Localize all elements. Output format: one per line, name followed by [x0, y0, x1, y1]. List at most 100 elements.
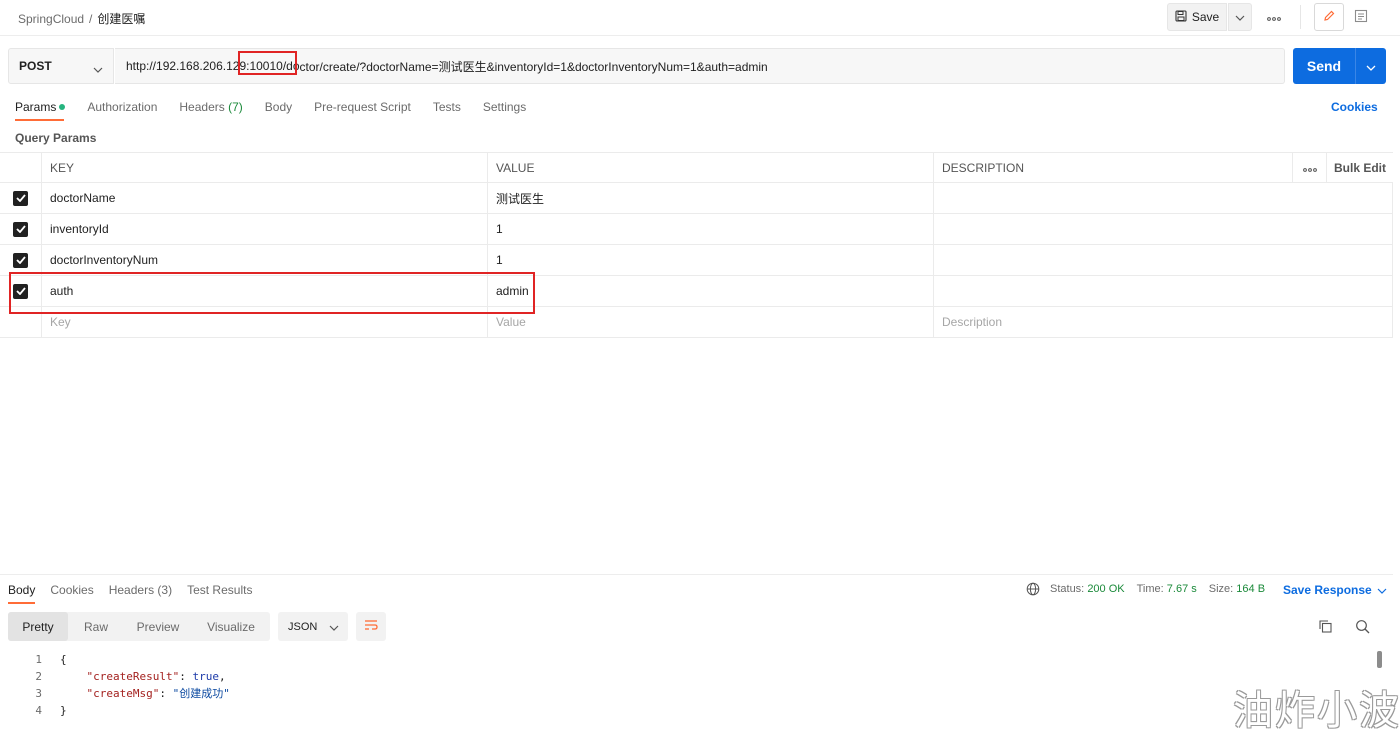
bulk-edit-button[interactable]: Bulk Edit	[1327, 153, 1393, 183]
language-select[interactable]: JSON	[278, 612, 348, 641]
status-value[interactable]: 200 OK	[1087, 583, 1124, 595]
json-comma: ,	[218, 670, 226, 683]
size-label: Size:	[1208, 583, 1234, 595]
format-preview[interactable]: Preview	[124, 612, 192, 641]
language-label: JSON	[288, 620, 318, 633]
format-visualize[interactable]: Visualize	[192, 612, 270, 641]
table-row: inventoryId 1	[0, 214, 1393, 245]
send-label: Send	[1306, 58, 1342, 74]
chevron-down-icon	[1377, 583, 1387, 597]
column-header-description: DESCRIPTION	[934, 153, 1293, 183]
query-params-heading: Query Params	[15, 131, 97, 145]
param-key[interactable]: doctorName	[42, 183, 488, 213]
tab-tests[interactable]: Tests	[433, 100, 461, 114]
edit-button[interactable]	[1314, 3, 1344, 31]
param-description[interactable]	[934, 245, 1393, 275]
json-value: true	[192, 670, 219, 683]
editor-scrollbar[interactable]	[1377, 651, 1382, 668]
pencil-icon	[1322, 9, 1336, 26]
send-button[interactable]: Send	[1293, 48, 1386, 84]
tab-body[interactable]: Body	[265, 100, 292, 114]
url-suffix: ctor/create/?doctorName=测试医生&inventoryId…	[299, 59, 768, 74]
row-checkbox-cell	[0, 214, 42, 244]
line-number: 3	[35, 687, 42, 700]
copy-icon[interactable]	[1318, 619, 1333, 637]
tab-headers-count: (7)	[228, 100, 243, 114]
breadcrumb-request[interactable]: 创建医嘱	[97, 12, 145, 26]
param-value[interactable]: 测试医生	[488, 183, 934, 213]
param-key[interactable]: doctorInventoryNum	[42, 245, 488, 275]
table-header-row: KEY VALUE DESCRIPTION Bulk Edit	[0, 152, 1393, 183]
row-checkbox[interactable]	[13, 252, 28, 268]
response-tab-headers[interactable]: Headers (3)	[109, 583, 172, 597]
watermark: 油炸小波	[1233, 688, 1400, 729]
response-format-tabs: Pretty Raw Preview Visualize	[8, 612, 270, 641]
save-dropdown-button[interactable]	[1228, 3, 1252, 31]
param-key[interactable]: inventoryId	[42, 214, 488, 244]
cookies-link[interactable]: Cookies	[1331, 100, 1378, 114]
line-number: 2	[35, 670, 42, 683]
tab-headers-label: Headers	[179, 100, 225, 114]
more-icon	[1267, 10, 1281, 24]
breadcrumb: SpringCloud / 创建医嘱	[18, 10, 145, 27]
chevron-down-icon	[93, 62, 103, 76]
search-icon[interactable]	[1355, 619, 1370, 637]
active-tab-indicator	[15, 119, 64, 121]
tab-params-label: Params	[15, 100, 57, 114]
tab-settings[interactable]: Settings	[483, 100, 526, 114]
response-tab-test-results[interactable]: Test Results	[187, 583, 252, 597]
more-actions-button[interactable]	[1262, 8, 1286, 26]
column-header-key: KEY	[42, 153, 488, 183]
response-tabs: Body Cookies Headers (3) Test Results	[8, 583, 267, 597]
save-button[interactable]: Save	[1167, 3, 1227, 31]
new-value-input[interactable]: Value	[488, 307, 934, 337]
param-value[interactable]: admin	[488, 276, 934, 306]
response-tab-body[interactable]: Body	[8, 583, 35, 597]
column-options-button[interactable]	[1293, 153, 1327, 183]
breadcrumb-collection[interactable]: SpringCloud	[18, 12, 84, 26]
chevron-down-icon	[329, 622, 339, 634]
response-body-editor[interactable]: 1 { 2 "createResult": true, 3 "createMsg…	[0, 651, 1380, 719]
json-key: "createResult"	[86, 670, 180, 683]
code-text: {	[60, 653, 67, 666]
time-value[interactable]: 7.67 s	[1167, 583, 1197, 595]
tab-params[interactable]: Params	[15, 100, 66, 114]
send-dropdown[interactable]	[1356, 58, 1386, 74]
time-label: Time:	[1136, 583, 1164, 595]
documentation-button[interactable]	[1346, 3, 1376, 31]
auth-row-highlight-box	[9, 272, 535, 314]
breadcrumb-separator: /	[89, 12, 93, 26]
globe-icon[interactable]	[1026, 582, 1040, 596]
method-select[interactable]: POST	[8, 48, 114, 84]
param-description[interactable]	[934, 214, 1393, 244]
chevron-down-icon	[1366, 58, 1376, 74]
row-checkbox[interactable]	[13, 221, 28, 237]
status-label: Status:	[1050, 583, 1085, 595]
size-value[interactable]: 164 B	[1236, 583, 1265, 595]
tab-prerequest-script[interactable]: Pre-request Script	[314, 100, 411, 114]
top-bar: SpringCloud / 创建医嘱 Save	[0, 0, 1400, 36]
line-number: 1	[35, 653, 42, 666]
code-line: 3 "createMsg": "创建成功"	[0, 685, 1380, 702]
param-value[interactable]: 1	[488, 214, 934, 244]
param-description[interactable]	[934, 183, 1393, 213]
code-text: "createResult": true,	[60, 668, 226, 685]
format-raw[interactable]: Raw	[68, 612, 124, 641]
param-value[interactable]: 1	[488, 245, 934, 275]
line-number: 4	[35, 704, 42, 717]
port-highlight-box	[238, 51, 297, 75]
code-text: }	[60, 704, 67, 717]
param-description[interactable]	[934, 276, 1393, 306]
json-value: "创建成功"	[172, 687, 230, 700]
json-separator: :	[179, 670, 193, 683]
table-row: doctorName 测试医生	[0, 183, 1393, 214]
row-checkbox[interactable]	[13, 190, 28, 206]
tab-authorization[interactable]: Authorization	[87, 100, 157, 114]
header-checkbox-cell	[0, 153, 42, 183]
save-response-button[interactable]: Save Response	[1283, 583, 1387, 597]
new-description-input[interactable]: Description	[934, 307, 1393, 337]
tab-headers[interactable]: Headers (7)	[179, 100, 242, 114]
format-pretty[interactable]: Pretty	[8, 612, 68, 641]
wrap-lines-button[interactable]	[356, 612, 386, 641]
response-tab-cookies[interactable]: Cookies	[50, 583, 93, 597]
